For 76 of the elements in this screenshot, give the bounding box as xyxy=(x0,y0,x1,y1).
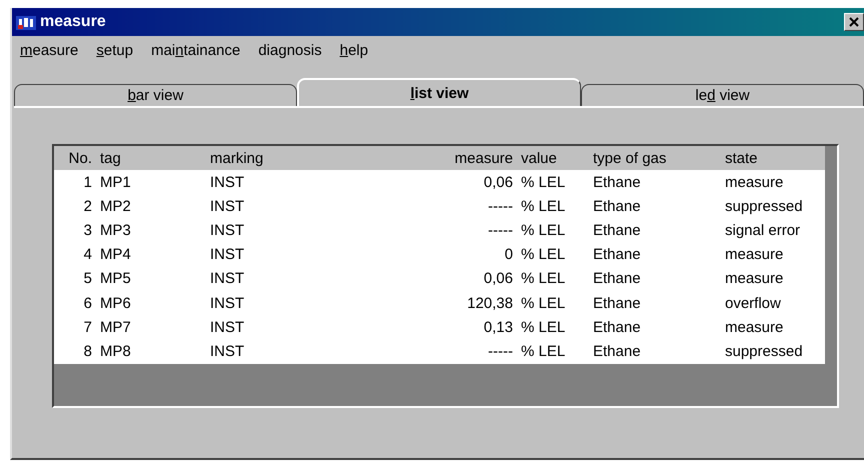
table-cell-text: MP6 xyxy=(100,294,132,312)
table-cell-text: INST xyxy=(210,174,246,191)
table-cell-text: measure xyxy=(725,246,784,264)
column-header[interactable]: marking xyxy=(210,150,390,166)
table-cell-text: MP5 xyxy=(100,270,132,288)
table-cell-text: 120,38 xyxy=(466,294,513,312)
table-cell-text: MP1 xyxy=(100,174,132,191)
table-cell-text: INST xyxy=(210,294,246,312)
table-cell-text: % LEL xyxy=(521,294,566,312)
column-header[interactable]: state xyxy=(725,150,825,166)
table-cell-text: measure xyxy=(725,318,784,336)
table-cell-text: 2 xyxy=(82,198,92,215)
table-cell-text: % LEL xyxy=(521,198,566,215)
table-cell-text: INST xyxy=(210,342,246,360)
tab[interactable]: led view xyxy=(581,84,864,106)
app-icon xyxy=(16,14,36,30)
table-cell-text: Ethane xyxy=(593,318,642,336)
table-cell-text: 6 xyxy=(82,294,92,312)
table-cell-text: suppressed xyxy=(725,198,804,215)
table-cell-text: 7 xyxy=(82,318,92,336)
tab[interactable]: bar view xyxy=(14,84,297,106)
table-cell-text: INST xyxy=(210,222,246,239)
window-title: measure xyxy=(40,13,107,31)
table-cell-text: % LEL xyxy=(521,246,566,264)
table-cell-text: measure xyxy=(725,174,784,191)
table-cell-text: Ethane xyxy=(593,222,642,239)
table-cell-text: measure xyxy=(725,270,784,288)
table-cell-text: 1 xyxy=(82,174,92,191)
scrollbar[interactable] xyxy=(825,146,837,406)
table-cell-text: INST xyxy=(210,246,246,264)
table-cell-text: 5 xyxy=(82,270,92,288)
column-header[interactable]: type of gas xyxy=(593,150,725,166)
column-header[interactable]: measure xyxy=(390,150,513,166)
table-cell-text: 0 xyxy=(504,246,513,264)
table-cell-text: Ethane xyxy=(593,342,642,360)
table-cell-text: 3 xyxy=(82,222,92,239)
menu-item[interactable]: setup xyxy=(96,42,134,64)
table-cell-text: % LEL xyxy=(521,318,566,336)
table-cell-text: % LEL xyxy=(521,222,566,239)
tab[interactable]: list view xyxy=(297,78,581,106)
menu-item[interactable]: help xyxy=(340,42,368,64)
table-cell-text: Ethane xyxy=(593,270,642,288)
menu-item[interactable]: diagnosis xyxy=(258,42,322,64)
table-cell-text: MP2 xyxy=(100,198,132,215)
table-cell-text: Ethane xyxy=(593,246,642,264)
column-header[interactable]: value xyxy=(521,150,593,166)
table-cell-text: INST xyxy=(210,270,246,288)
table-cell-text: 8 xyxy=(82,342,92,360)
table-cell-text: % LEL xyxy=(521,270,566,288)
close-icon xyxy=(849,17,859,27)
table-cell-text: 4 xyxy=(82,246,92,264)
close-button[interactable] xyxy=(844,13,864,31)
table-cell-text: % LEL xyxy=(521,342,566,360)
table-cell-text: Ethane xyxy=(593,174,642,191)
table-cell-text: ----- xyxy=(487,198,513,215)
table-cell-text: MP8 xyxy=(100,342,132,360)
table-cell-text: suppressed xyxy=(725,342,804,360)
menu-item[interactable]: measure xyxy=(20,42,78,64)
table-cell-text: ----- xyxy=(487,222,513,239)
menu-item[interactable]: maintainance xyxy=(151,42,240,64)
table-cell-text: MP7 xyxy=(100,318,132,336)
table-cell-text: INST xyxy=(210,198,246,215)
table-cell-text: MP4 xyxy=(100,246,132,264)
table-cell-text: 0,06 xyxy=(482,270,513,288)
table-cell-text: Ethane xyxy=(593,198,642,215)
table-cell-text: % LEL xyxy=(521,174,566,191)
table-cell-text: overflow xyxy=(725,294,782,312)
table-cell-text: 0,06 xyxy=(482,174,513,191)
table-cell-text: Ethane xyxy=(593,294,642,312)
table-cell-text: INST xyxy=(210,318,246,336)
table-cell-text: signal error xyxy=(725,222,802,239)
table-cell-text: MP3 xyxy=(100,222,132,239)
table-cell-text: ----- xyxy=(487,342,513,360)
column-header[interactable]: No. xyxy=(54,150,92,166)
table-cell-text: 0,13 xyxy=(482,318,513,336)
column-header[interactable]: tag xyxy=(100,150,210,166)
